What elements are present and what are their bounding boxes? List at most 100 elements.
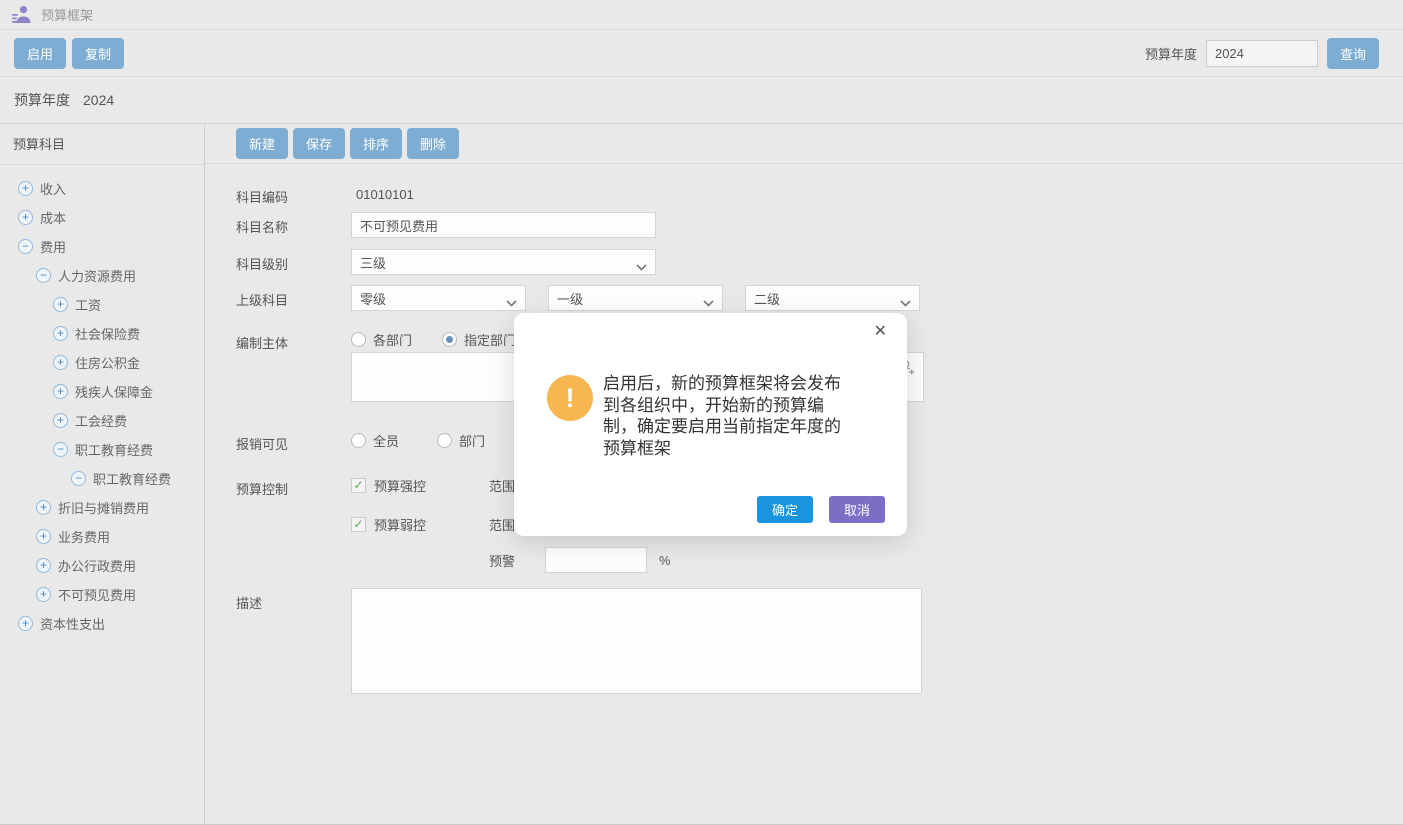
radio-option-label: 全员 (373, 431, 399, 450)
collapse-icon[interactable]: − (71, 471, 86, 486)
parent-subject-select[interactable]: 一级 (548, 285, 723, 311)
tree-item[interactable]: + 工资 (0, 290, 204, 319)
tree-item[interactable]: +资本性支出 (0, 609, 204, 638)
budget-control-label: 预算控制 (236, 474, 351, 573)
radio-option[interactable]: 各部门 (351, 330, 412, 349)
checkbox-checked-icon[interactable]: ✓ (351, 478, 366, 493)
parent-subject-selected-value: 零级 (360, 289, 386, 308)
radio-unselected-icon[interactable] (351, 433, 366, 448)
expand-icon[interactable]: + (18, 210, 33, 225)
expand-icon[interactable]: + (36, 500, 51, 515)
chevron-down-icon (636, 259, 647, 274)
radio-option[interactable]: 全员 (351, 431, 399, 450)
enable-button[interactable]: 启用 (14, 38, 66, 69)
expand-icon[interactable]: + (53, 384, 68, 399)
tree-item-label: 住房公积金 (75, 353, 140, 372)
dialog-message: 启用后，新的预算框架将会发布到各组织中，开始新的预算编制，确定要启用当前指定年度… (603, 373, 853, 459)
tree-item[interactable]: −职工教育经费 (0, 464, 204, 493)
tree-item[interactable]: + 工会经费 (0, 406, 204, 435)
expand-icon[interactable]: + (53, 413, 68, 428)
tree-item-label: 职工教育经费 (75, 440, 153, 459)
tree-item[interactable]: +社会保险费 (0, 319, 204, 348)
tree-item-label: 办公行政费用 (58, 556, 136, 575)
budget-control-option-label: 预算强控 (374, 476, 489, 495)
expand-icon[interactable]: + (53, 326, 68, 341)
radio-selected-icon[interactable] (442, 332, 457, 347)
sidebar-title: 预算科目 (0, 124, 204, 165)
tree-item-label: 收入 (40, 179, 66, 198)
current-year-label: 预算年度 (14, 90, 70, 110)
warning-percent-input[interactable] (545, 547, 647, 573)
new-button[interactable]: 新建 (236, 128, 288, 159)
description-label: 描述 (236, 588, 351, 694)
budget-subject-tree: +收入+成本−费用−人力资源费用+工资+社会保险费+住房公积金+残疾人保障金+工… (0, 165, 204, 638)
range-label: 范围 (489, 476, 515, 495)
tree-item[interactable]: + 残疾人保障金 (0, 377, 204, 406)
checkbox-checked-icon[interactable]: ✓ (351, 517, 366, 532)
subject-name-label: 科目名称 (236, 212, 351, 238)
parent-subject-selected-value: 二级 (754, 289, 780, 308)
tree-item-label: 工资 (75, 295, 101, 314)
parent-subject-select[interactable]: 零级 (351, 285, 526, 311)
save-button[interactable]: 保存 (293, 128, 345, 159)
expand-icon[interactable]: + (18, 616, 33, 631)
current-year-row: 预算年度 2024 (0, 77, 1403, 124)
tree-item[interactable]: −费用 (0, 232, 204, 261)
subject-code-value: 01010101 (351, 182, 414, 206)
toolbar: 启用 复制 预算年度 查询 (0, 30, 1403, 77)
subject-name-input[interactable] (351, 212, 656, 238)
tree-item[interactable]: + 住房公积金 (0, 348, 204, 377)
tree-item[interactable]: −职工教育经费 (0, 435, 204, 464)
radio-option[interactable]: 部门 (437, 431, 485, 450)
collapse-icon[interactable]: − (53, 442, 68, 457)
tree-item[interactable]: + 办公行政费用 (0, 551, 204, 580)
close-icon[interactable]: ✕ (874, 324, 887, 340)
radio-option-label: 部门 (459, 431, 485, 450)
subject-level-select[interactable]: 三级 (351, 249, 656, 275)
subject-code-label: 科目编码 (236, 182, 351, 206)
tree-item[interactable]: +业务费用 (0, 522, 204, 551)
confirm-button[interactable]: 确定 (757, 496, 813, 523)
expand-icon[interactable]: + (53, 297, 68, 312)
tree-item[interactable]: + 成本 (0, 203, 204, 232)
delete-button[interactable]: 删除 (407, 128, 459, 159)
expand-icon[interactable]: + (36, 529, 51, 544)
collapse-icon[interactable]: − (36, 268, 51, 283)
expand-icon[interactable]: + (18, 181, 33, 196)
tree-item[interactable]: +不可预见费用 (0, 580, 204, 609)
tree-item[interactable]: + 折旧与摊销费用 (0, 493, 204, 522)
collapse-icon[interactable]: − (18, 239, 33, 254)
range-label: 范围 (489, 515, 515, 534)
tree-item-label: 成本 (40, 208, 66, 227)
expand-icon[interactable]: + (36, 587, 51, 602)
budget-control-option-label: 预算弱控 (374, 515, 489, 534)
budget-year-input[interactable] (1206, 40, 1318, 67)
description-textarea[interactable] (351, 588, 922, 694)
form-action-bar: 新建 保存 排序 删除 (205, 124, 1403, 164)
tree-item-label: 费用 (40, 237, 66, 256)
expand-icon[interactable]: + (36, 558, 51, 573)
sort-button[interactable]: 排序 (350, 128, 402, 159)
subject-level-label: 科目级别 (236, 249, 351, 275)
cancel-button[interactable]: 取消 (829, 496, 885, 523)
parent-subject-selected-value: 一级 (557, 289, 583, 308)
parent-subject-select[interactable]: 二级 (745, 285, 920, 311)
chevron-down-icon (506, 295, 517, 310)
budget-year-label: 预算年度 (1145, 44, 1197, 63)
chevron-down-icon (703, 295, 714, 310)
chevron-down-icon (900, 295, 911, 310)
tree-item-label: 工会经费 (75, 411, 127, 430)
compile-subject-label: 编制主体 (236, 328, 351, 402)
radio-unselected-icon[interactable] (351, 332, 366, 347)
tree-item[interactable]: + 收入 (0, 174, 204, 203)
expand-icon[interactable]: + (53, 355, 68, 370)
tree-item[interactable]: −人力资源费用 (0, 261, 204, 290)
budget-framework-logo-icon (11, 5, 32, 24)
radio-option[interactable]: 指定部门 (442, 330, 516, 349)
query-button[interactable]: 查询 (1327, 38, 1379, 69)
copy-button[interactable]: 复制 (72, 38, 124, 69)
radio-unselected-icon[interactable] (437, 433, 452, 448)
tree-item-label: 人力资源费用 (58, 266, 136, 285)
tree-item-label: 折旧与摊销费用 (58, 498, 149, 517)
tree-item-label: 残疾人保障金 (75, 382, 153, 401)
